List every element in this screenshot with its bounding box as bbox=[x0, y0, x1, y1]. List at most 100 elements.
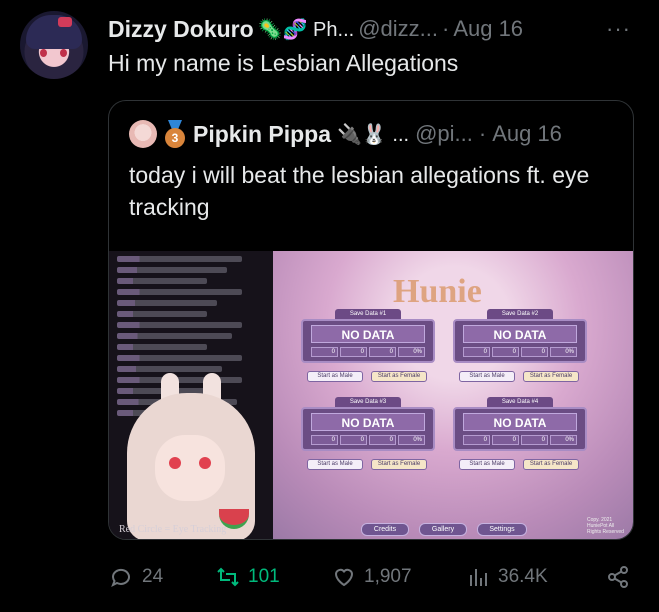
vtuber-eye-left bbox=[169, 457, 181, 469]
vtuber-eye-right bbox=[199, 457, 211, 469]
stat-value: 0% bbox=[398, 347, 425, 357]
reply-count: 24 bbox=[142, 566, 164, 587]
like-button[interactable]: 1,907 bbox=[332, 562, 412, 592]
medal-number: 3 bbox=[165, 128, 185, 148]
stat-value: 0 bbox=[492, 347, 519, 357]
views-button[interactable]: 36.4K bbox=[466, 562, 548, 592]
author-name[interactable]: Dizzy Dokuro bbox=[108, 16, 254, 43]
copyright-text: Copy. 2021 HuniePot All Rights Reserved bbox=[587, 517, 624, 535]
stat-value: 0 bbox=[340, 435, 367, 445]
chat-message bbox=[117, 311, 207, 317]
credits-button[interactable]: Credits bbox=[361, 523, 409, 536]
stream-chat-panel: Red Circle = Eye Tracking bbox=[109, 251, 273, 539]
quote-separator: · bbox=[478, 121, 487, 146]
chat-message bbox=[117, 289, 242, 295]
start-as-male-button[interactable]: Start as Male bbox=[459, 371, 515, 382]
save-slot-box: NO DATA 0 0 0 0% bbox=[301, 319, 435, 363]
eye-tracking-caption: Red Circle = Eye Tracking bbox=[119, 524, 227, 535]
stat-value: 0 bbox=[311, 435, 338, 445]
save-slot-stats: 0 0 0 0% bbox=[311, 347, 425, 357]
start-as-female-button[interactable]: Start as Female bbox=[371, 459, 427, 470]
save-slot-tab: Save Data #4 bbox=[487, 397, 553, 407]
quote-text: today i will beat the lesbian allegation… bbox=[129, 162, 590, 220]
save-slot-tab: Save Data #3 bbox=[335, 397, 401, 407]
save-slot-3[interactable]: Save Data #3 NO DATA 0 0 0 0% Start as M… bbox=[301, 397, 435, 477]
stat-value: 0 bbox=[463, 435, 490, 445]
author-avatar[interactable] bbox=[20, 11, 88, 79]
start-as-female-button[interactable]: Start as Female bbox=[523, 459, 579, 470]
gallery-button[interactable]: Gallery bbox=[419, 523, 467, 536]
start-as-female-button[interactable]: Start as Female bbox=[371, 371, 427, 382]
avatar-hair bbox=[26, 15, 82, 49]
quote-date[interactable]: Aug 16 bbox=[492, 121, 562, 147]
analytics-icon bbox=[470, 569, 487, 586]
stat-value: 0 bbox=[311, 347, 338, 357]
chat-message bbox=[117, 278, 207, 284]
save-slot-box: NO DATA 0 0 0 0% bbox=[453, 319, 587, 363]
tweet-action-bar: 24 101 1,907 36.4K bbox=[0, 562, 659, 592]
video-media[interactable]: Red Circle = Eye Tracking Hunie Save Dat… bbox=[109, 251, 633, 539]
quote-author-handle[interactable]: @pi... bbox=[415, 121, 473, 147]
reply-button[interactable]: 24 bbox=[110, 562, 163, 592]
retweet-icon bbox=[217, 567, 239, 587]
save-slot-status: NO DATA bbox=[463, 413, 577, 431]
save-slot-stats: 0 0 0 0% bbox=[463, 435, 577, 445]
stat-value: 0 bbox=[369, 347, 396, 357]
start-as-female-button[interactable]: Start as Female bbox=[523, 371, 579, 382]
stat-value: 0 bbox=[369, 435, 396, 445]
start-as-male-button[interactable]: Start as Male bbox=[459, 459, 515, 470]
chat-message bbox=[117, 344, 207, 350]
game-screen: Hunie Save Data #1 NO DATA 0 0 0 0% Star… bbox=[273, 251, 633, 539]
retweet-count: 101 bbox=[248, 566, 280, 587]
chat-message bbox=[117, 333, 232, 339]
tweet-date[interactable]: Aug 16 bbox=[453, 16, 523, 42]
settings-button[interactable]: Settings bbox=[477, 523, 527, 536]
quote-author-avatar[interactable] bbox=[129, 120, 157, 148]
tweet-header: Dizzy Dokuro 🦠🧬 Ph... @dizz... · Aug 16 bbox=[108, 16, 523, 42]
stat-value: 0% bbox=[398, 435, 425, 445]
vtuber-face bbox=[155, 435, 225, 501]
stat-value: 0 bbox=[340, 347, 367, 357]
share-icon bbox=[608, 566, 628, 588]
save-slot-stats: 0 0 0 0% bbox=[463, 347, 577, 357]
chat-message bbox=[117, 366, 222, 372]
retweet-button[interactable]: 101 bbox=[216, 562, 280, 592]
stat-value: 0% bbox=[550, 347, 577, 357]
save-slot-2[interactable]: Save Data #2 NO DATA 0 0 0 0% Start as M… bbox=[453, 309, 587, 389]
more-options-icon[interactable]: ··· bbox=[606, 16, 631, 42]
author-name-emoji: 🦠🧬 Ph... bbox=[257, 18, 355, 41]
save-slot-status: NO DATA bbox=[311, 325, 425, 343]
medal-icon: 3 bbox=[163, 120, 187, 148]
save-slot-box: NO DATA 0 0 0 0% bbox=[301, 407, 435, 451]
game-logo: Hunie bbox=[393, 273, 482, 310]
stat-value: 0 bbox=[463, 347, 490, 357]
quote-author-name[interactable]: Pipkin Pippa bbox=[193, 121, 331, 148]
quote-header: 3 Pipkin Pippa 🔌🐰 ... @pi... · Aug 16 bbox=[129, 120, 562, 148]
stat-value: 0 bbox=[521, 347, 548, 357]
chat-message bbox=[117, 300, 217, 306]
save-slot-tab: Save Data #1 bbox=[335, 309, 401, 319]
chat-message bbox=[117, 355, 242, 361]
stat-value: 0 bbox=[492, 435, 519, 445]
quote-author-emoji: 🔌🐰 ... bbox=[337, 123, 410, 146]
save-slot-1[interactable]: Save Data #1 NO DATA 0 0 0 0% Start as M… bbox=[301, 309, 435, 389]
save-slot-4[interactable]: Save Data #4 NO DATA 0 0 0 0% Start as M… bbox=[453, 397, 587, 477]
share-button[interactable] bbox=[606, 562, 630, 592]
save-slot-status: NO DATA bbox=[463, 325, 577, 343]
author-handle[interactable]: @dizz... bbox=[358, 16, 438, 42]
reply-icon bbox=[111, 568, 130, 588]
separator-dot: · bbox=[441, 16, 450, 41]
chat-message bbox=[117, 256, 242, 262]
avatar-bow bbox=[58, 17, 72, 27]
save-slot-status: NO DATA bbox=[311, 413, 425, 431]
stat-value: 0% bbox=[550, 435, 577, 445]
view-count: 36.4K bbox=[498, 566, 548, 587]
quoted-tweet[interactable]: 3 Pipkin Pippa 🔌🐰 ... @pi... · Aug 16 to… bbox=[108, 100, 634, 540]
avatar-eye-right bbox=[60, 49, 67, 57]
tweet-text: Hi my name is Lesbian Allegations bbox=[108, 50, 459, 76]
avatar-eye-left bbox=[40, 49, 47, 57]
start-as-male-button[interactable]: Start as Male bbox=[307, 459, 363, 470]
save-slot-stats: 0 0 0 0% bbox=[311, 435, 425, 445]
start-as-male-button[interactable]: Start as Male bbox=[307, 371, 363, 382]
like-count: 1,907 bbox=[364, 566, 412, 587]
